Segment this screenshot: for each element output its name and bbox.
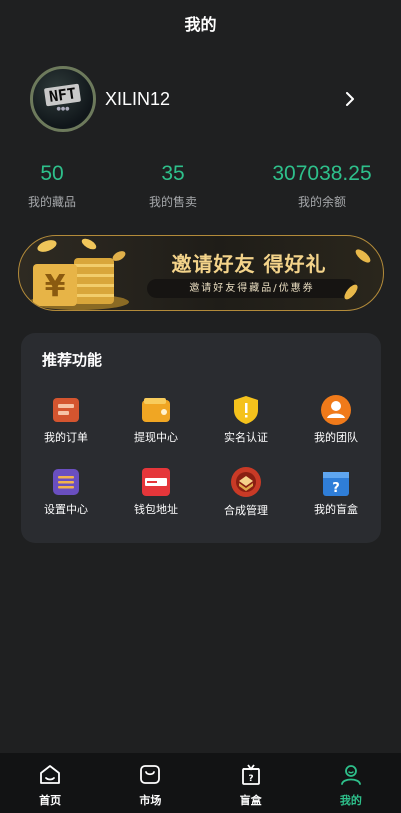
tab-home[interactable]: 首页 <box>0 753 100 813</box>
feature-real-name[interactable]: 实名认证 <box>206 393 286 445</box>
stat-label: 我的售卖 <box>148 195 197 209</box>
card-icon <box>139 465 173 498</box>
bottom-tab-bar: 首页 市场 ? 盲盒 我的 <box>0 753 401 813</box>
stat-label: 我的藏品 <box>27 195 76 209</box>
gold-coins-icon: ¥ <box>29 238 129 310</box>
banner-subtitle: 邀请好友得藏品/优惠券 <box>147 279 357 298</box>
feature-label: 我的盲盒 <box>314 503 358 516</box>
stat-collections[interactable]: 50 我的藏品 <box>16 160 88 210</box>
feature-label: 我的订单 <box>44 431 88 444</box>
banner-title: 邀请好友 得好礼 <box>171 252 327 276</box>
user-icon <box>339 763 363 789</box>
shield-icon <box>229 393 263 426</box>
avatar[interactable]: NFT ●●● <box>30 66 96 132</box>
stat-label: 我的余额 <box>297 195 346 209</box>
stat-value: 35 <box>161 162 185 185</box>
tab-mine[interactable]: 我的 <box>301 753 401 813</box>
tab-label: 市场 <box>139 794 162 807</box>
order-icon <box>49 393 83 426</box>
tab-blind-box[interactable]: ? 盲盒 <box>201 753 301 813</box>
stat-value: 50 <box>40 162 64 185</box>
synthesis-icon <box>229 465 263 499</box>
feature-label: 合成管理 <box>224 504 268 517</box>
profile-row[interactable]: NFT ●●● XILIN12 <box>30 66 370 132</box>
page-title: 我的 <box>184 15 217 34</box>
wallet-icon <box>139 393 173 426</box>
feature-synthesis[interactable]: 合成管理 <box>206 465 286 517</box>
stat-value: 307038.25 <box>272 162 372 185</box>
feature-mystery-box[interactable]: ? 我的盲盒 <box>296 465 376 517</box>
nft-avatar-icon: ●●● <box>56 106 70 112</box>
feature-label: 实名认证 <box>224 431 268 444</box>
tab-label: 盲盒 <box>239 794 262 807</box>
stats-row: 50 我的藏品 35 我的售卖 307038.25 我的余额 <box>0 160 401 212</box>
stat-balance[interactable]: 307038.25 我的余额 <box>262 160 382 210</box>
feature-my-orders[interactable]: 我的订单 <box>26 393 106 445</box>
feature-label: 钱包地址 <box>134 503 178 516</box>
feature-label: 提现中心 <box>134 431 178 444</box>
settings-icon <box>49 465 83 498</box>
mystery-box-icon: ? <box>319 465 353 498</box>
feature-label: 我的团队 <box>314 431 358 444</box>
feature-settings[interactable]: 设置中心 <box>26 465 106 517</box>
blind-box-icon: ? <box>239 763 263 789</box>
feature-withdraw[interactable]: 提现中心 <box>116 393 196 445</box>
team-icon <box>319 393 353 426</box>
feature-wallet-address[interactable]: 钱包地址 <box>116 465 196 517</box>
coin-decoration-icon <box>344 249 371 300</box>
tab-market[interactable]: 市场 <box>100 753 200 813</box>
username: XILIN12 <box>105 88 171 109</box>
invite-banner[interactable]: ¥ 邀请好友 得好礼 邀请好友得藏品/优惠券 <box>18 235 384 311</box>
avatar-nft-text: NFT <box>44 83 82 107</box>
page-header: 我的 <box>0 0 401 46</box>
svg-text:?: ? <box>248 774 253 784</box>
svg-text:?: ? <box>332 481 340 496</box>
feature-label: 设置中心 <box>44 503 88 516</box>
market-icon <box>138 763 162 789</box>
chevron-right-icon[interactable] <box>338 87 362 111</box>
svg-text:¥: ¥ <box>45 269 66 304</box>
tab-label: 首页 <box>39 794 62 807</box>
home-icon <box>38 763 62 789</box>
tab-label: 我的 <box>339 794 362 807</box>
features-card: 推荐功能 我的订单 提现中心 实名认证 我的团队 设置中心 钱包地址 合成管理 … <box>21 333 381 543</box>
feature-my-team[interactable]: 我的团队 <box>296 393 376 445</box>
features-title: 推荐功能 <box>42 351 103 369</box>
stat-sales[interactable]: 35 我的售卖 <box>137 160 209 210</box>
